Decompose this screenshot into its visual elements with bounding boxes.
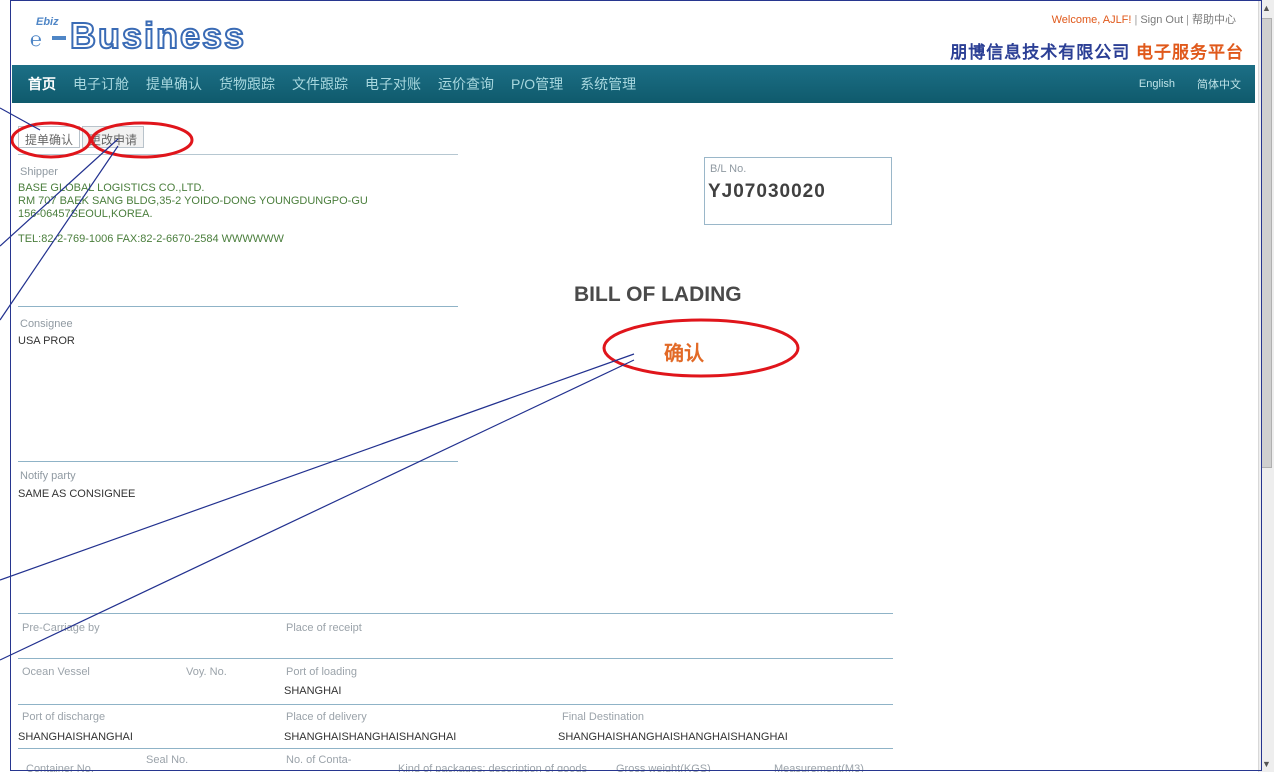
shipper-label: Shipper xyxy=(20,166,58,178)
lang-english[interactable]: English xyxy=(1139,78,1175,90)
final-destination-value: SHANGHAISHANGHAISHANGHAISHANGHAI xyxy=(558,731,788,743)
divider xyxy=(18,748,893,749)
nav-item-rate-inquiry[interactable]: 运价查询 xyxy=(438,74,494,94)
pre-carriage-label: Pre-Carriage by xyxy=(22,622,100,634)
port-of-loading-value: SHANGHAI xyxy=(284,685,342,697)
divider xyxy=(18,704,893,705)
place-of-delivery-value: SHANGHAISHANGHAISHANGHAI xyxy=(284,731,457,743)
logo-text: Business xyxy=(69,15,247,56)
port-of-discharge-value: SHANGHAISHANGHAI xyxy=(18,731,133,743)
confirm-button[interactable]: 确认 xyxy=(664,337,704,366)
platform-name: 电子服务平台 xyxy=(1136,43,1244,62)
port-of-loading-label: Port of loading xyxy=(286,666,357,678)
ocean-vessel-label: Ocean Vessel xyxy=(22,666,90,678)
tab-change-request[interactable]: 更改申请 xyxy=(82,126,145,148)
consignee-value: USA PROR xyxy=(18,335,75,347)
scroll-up-arrow-icon[interactable]: ▲ xyxy=(1259,0,1274,16)
nav-item-document-tracking[interactable]: 文件跟踪 xyxy=(292,74,348,94)
company-line: 朋博信息技术有限公司 电子服务平台 xyxy=(950,38,1244,63)
place-of-delivery-label: Place of delivery xyxy=(286,711,367,723)
welcome-text: Welcome, AJLF! xyxy=(1051,14,1132,26)
divider xyxy=(18,461,458,462)
logo-dash xyxy=(52,36,66,40)
bl-number-label: B/L No. xyxy=(710,163,747,175)
logo-e-icon: ℮ xyxy=(30,29,43,51)
shipper-line: RM 707 BAEK SANG BLDG,35-2 YOIDO-DONG YO… xyxy=(18,195,368,207)
measurement-label: Measurement(M3) xyxy=(774,763,864,772)
no-of-containers-label: No. of Conta- xyxy=(286,754,352,766)
notify-party-label: Notify party xyxy=(20,470,76,482)
lang-chinese[interactable]: 简体中文 xyxy=(1197,76,1241,92)
logo: Ebiz ℮ Business xyxy=(26,12,276,56)
help-center-link[interactable]: 帮助中心 xyxy=(1192,14,1236,26)
container-no-label: Container No. xyxy=(26,763,94,772)
scroll-thumb[interactable] xyxy=(1261,18,1272,468)
sign-out-link[interactable]: Sign Out xyxy=(1140,14,1183,26)
document-title: BILL OF LADING xyxy=(574,283,742,306)
nav-item-bl-confirm[interactable]: 提单确认 xyxy=(146,74,202,94)
nav-items: 首页 电子订舱 提单确认 货物跟踪 文件跟踪 电子对账 运价查询 P/O管理 系… xyxy=(28,65,653,103)
shipper-line: TEL:82-2-769-1006 FAX:82-2-6670-2584 WWW… xyxy=(18,233,284,245)
separator: | xyxy=(1134,14,1138,26)
final-destination-label: Final Destination xyxy=(562,711,644,723)
voy-no-label: Voy. No. xyxy=(186,666,227,678)
nav-item-e-booking[interactable]: 电子订舱 xyxy=(73,74,129,94)
kind-of-packages-label: Kind of packages: description of goods xyxy=(398,763,587,772)
nav-item-cargo-tracking[interactable]: 货物跟踪 xyxy=(219,74,275,94)
annotation-overlay xyxy=(0,107,800,661)
annotation-line xyxy=(0,353,635,581)
vertical-scrollbar[interactable]: ▲ ▼ xyxy=(1258,0,1274,772)
gross-weight-label: Gross weight(KGS) xyxy=(616,763,711,772)
divider xyxy=(18,306,458,307)
tab-bl-confirm[interactable]: 提单确认 xyxy=(18,126,81,148)
place-of-receipt-label: Place of receipt xyxy=(286,622,362,634)
user-links: Welcome, AJLF! | Sign Out | 帮助中心 xyxy=(1052,11,1236,27)
shipper-line: BASE GLOBAL LOGISTICS CO.,LTD. xyxy=(18,182,205,194)
consignee-label: Consignee xyxy=(20,318,73,330)
window-frame xyxy=(10,0,1262,771)
bl-number-value: YJ07030020 xyxy=(708,181,826,202)
tab-bar: 提单确认 更改申请 xyxy=(18,126,458,155)
language-switch: English 简体中文 xyxy=(1117,65,1241,103)
seal-no-label: Seal No. xyxy=(146,754,189,766)
notify-party-value: SAME AS CONSIGNEE xyxy=(18,488,136,500)
page: Ebiz ℮ Business Welcome, AJLF! | Sign Out |… xyxy=(0,0,1274,772)
shipper-line: 156-06457SEOUL,KOREA. xyxy=(18,208,153,220)
nav-item-e-reconciliation[interactable]: 电子对账 xyxy=(365,74,421,94)
company-name: 朋博信息技术有限公司 xyxy=(950,43,1131,62)
divider xyxy=(18,658,893,659)
separator: | xyxy=(1186,14,1189,26)
nav-item-system-management[interactable]: 系统管理 xyxy=(580,74,636,94)
logo-small-text: Ebiz xyxy=(36,16,59,28)
main-nav: 首页 电子订舱 提单确认 货物跟踪 文件跟踪 电子对账 运价查询 P/O管理 系… xyxy=(12,65,1255,103)
scroll-down-arrow-icon[interactable]: ▼ xyxy=(1259,756,1274,772)
divider xyxy=(18,613,893,614)
nav-item-po-management[interactable]: P/O管理 xyxy=(511,74,563,94)
port-of-discharge-label: Port of discharge xyxy=(22,711,106,723)
nav-item-home[interactable]: 首页 xyxy=(28,74,56,94)
annotation-line xyxy=(0,359,635,661)
